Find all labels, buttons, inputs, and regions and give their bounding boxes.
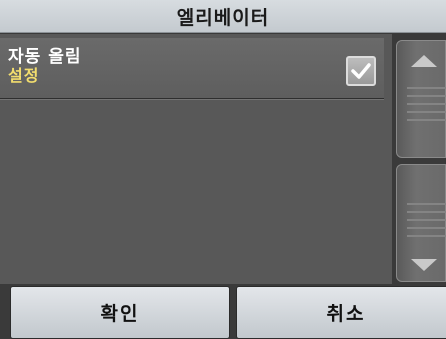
checkmark-icon	[351, 63, 371, 79]
scroll-grip-line	[407, 111, 446, 113]
scroll-up-button[interactable]	[396, 40, 446, 158]
scroll-down-button[interactable]	[396, 164, 446, 282]
scroll-grip-line	[407, 119, 446, 121]
settings-list: 자동 올림 설정	[0, 34, 392, 284]
list-item-label: 자동 올림	[8, 47, 82, 67]
scroll-grip-line	[407, 87, 446, 89]
list-item-sublabel: 설정	[8, 66, 40, 85]
ok-button-label: 확인	[100, 303, 140, 325]
scroll-grip-line	[407, 95, 446, 97]
list-item-auto-raise[interactable]: 자동 올림 설정	[0, 38, 384, 99]
triangle-up-icon	[411, 55, 437, 67]
scrollbar[interactable]	[396, 40, 446, 284]
elevator-settings-screen: 엘리베이터 자동 올림 설정 확인 취소	[0, 0, 446, 339]
scroll-grip-line	[407, 227, 446, 229]
page-title: 엘리베이터	[176, 6, 270, 29]
ok-button[interactable]: 확인	[10, 286, 230, 339]
scroll-grip-line	[407, 103, 446, 105]
cancel-button[interactable]: 취소	[236, 286, 446, 339]
scroll-grip-line	[407, 211, 446, 213]
scroll-grip-line	[407, 235, 446, 237]
triangle-down-icon	[411, 259, 437, 271]
cancel-button-label: 취소	[326, 303, 366, 325]
auto-raise-checkbox[interactable]	[346, 56, 376, 86]
scroll-grip-line	[407, 203, 446, 205]
title-bar: 엘리베이터	[0, 0, 446, 33]
scroll-grip-line	[407, 219, 446, 221]
